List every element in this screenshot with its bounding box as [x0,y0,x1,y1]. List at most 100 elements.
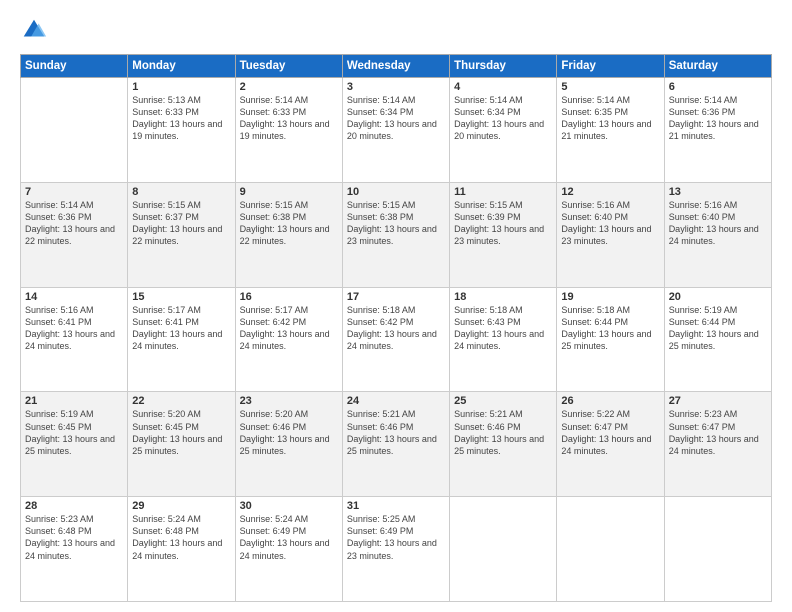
calendar-week-1: 1Sunrise: 5:13 AM Sunset: 6:33 PM Daylig… [21,78,772,183]
day-number: 15 [132,291,230,303]
day-info: Sunrise: 5:14 AM Sunset: 6:33 PM Dayligh… [240,94,338,143]
calendar-cell: 19Sunrise: 5:18 AM Sunset: 6:44 PM Dayli… [557,287,664,392]
day-info: Sunrise: 5:15 AM Sunset: 6:39 PM Dayligh… [454,199,552,248]
day-number: 9 [240,186,338,198]
calendar-cell: 17Sunrise: 5:18 AM Sunset: 6:42 PM Dayli… [342,287,449,392]
header [20,16,772,44]
day-info: Sunrise: 5:23 AM Sunset: 6:47 PM Dayligh… [669,408,767,457]
day-number: 25 [454,395,552,407]
calendar-cell: 10Sunrise: 5:15 AM Sunset: 6:38 PM Dayli… [342,182,449,287]
calendar-week-3: 14Sunrise: 5:16 AM Sunset: 6:41 PM Dayli… [21,287,772,392]
day-info: Sunrise: 5:24 AM Sunset: 6:49 PM Dayligh… [240,513,338,562]
calendar-cell [557,497,664,602]
calendar-header-wednesday: Wednesday [342,55,449,78]
calendar-header-sunday: Sunday [21,55,128,78]
day-info: Sunrise: 5:19 AM Sunset: 6:45 PM Dayligh… [25,408,123,457]
calendar-cell [21,78,128,183]
calendar-cell: 4Sunrise: 5:14 AM Sunset: 6:34 PM Daylig… [450,78,557,183]
day-number: 5 [561,81,659,93]
day-info: Sunrise: 5:22 AM Sunset: 6:47 PM Dayligh… [561,408,659,457]
calendar-cell [450,497,557,602]
day-number: 11 [454,186,552,198]
calendar-cell: 5Sunrise: 5:14 AM Sunset: 6:35 PM Daylig… [557,78,664,183]
day-number: 20 [669,291,767,303]
day-info: Sunrise: 5:14 AM Sunset: 6:34 PM Dayligh… [347,94,445,143]
day-info: Sunrise: 5:15 AM Sunset: 6:38 PM Dayligh… [347,199,445,248]
day-info: Sunrise: 5:16 AM Sunset: 6:41 PM Dayligh… [25,304,123,353]
calendar-cell: 7Sunrise: 5:14 AM Sunset: 6:36 PM Daylig… [21,182,128,287]
day-number: 18 [454,291,552,303]
calendar-cell: 30Sunrise: 5:24 AM Sunset: 6:49 PM Dayli… [235,497,342,602]
calendar-cell: 2Sunrise: 5:14 AM Sunset: 6:33 PM Daylig… [235,78,342,183]
day-info: Sunrise: 5:23 AM Sunset: 6:48 PM Dayligh… [25,513,123,562]
calendar-week-2: 7Sunrise: 5:14 AM Sunset: 6:36 PM Daylig… [21,182,772,287]
day-number: 2 [240,81,338,93]
day-info: Sunrise: 5:19 AM Sunset: 6:44 PM Dayligh… [669,304,767,353]
day-info: Sunrise: 5:14 AM Sunset: 6:36 PM Dayligh… [669,94,767,143]
day-info: Sunrise: 5:17 AM Sunset: 6:42 PM Dayligh… [240,304,338,353]
day-info: Sunrise: 5:24 AM Sunset: 6:48 PM Dayligh… [132,513,230,562]
day-number: 31 [347,500,445,512]
calendar-cell: 11Sunrise: 5:15 AM Sunset: 6:39 PM Dayli… [450,182,557,287]
day-number: 14 [25,291,123,303]
page: SundayMondayTuesdayWednesdayThursdayFrid… [0,0,792,612]
day-info: Sunrise: 5:21 AM Sunset: 6:46 PM Dayligh… [454,408,552,457]
calendar-cell: 15Sunrise: 5:17 AM Sunset: 6:41 PM Dayli… [128,287,235,392]
calendar-week-5: 28Sunrise: 5:23 AM Sunset: 6:48 PM Dayli… [21,497,772,602]
day-info: Sunrise: 5:18 AM Sunset: 6:44 PM Dayligh… [561,304,659,353]
calendar-header-thursday: Thursday [450,55,557,78]
day-number: 29 [132,500,230,512]
calendar-cell: 13Sunrise: 5:16 AM Sunset: 6:40 PM Dayli… [664,182,771,287]
calendar-cell: 9Sunrise: 5:15 AM Sunset: 6:38 PM Daylig… [235,182,342,287]
day-info: Sunrise: 5:15 AM Sunset: 6:38 PM Dayligh… [240,199,338,248]
day-info: Sunrise: 5:18 AM Sunset: 6:42 PM Dayligh… [347,304,445,353]
day-number: 17 [347,291,445,303]
day-number: 26 [561,395,659,407]
calendar-cell: 25Sunrise: 5:21 AM Sunset: 6:46 PM Dayli… [450,392,557,497]
day-info: Sunrise: 5:25 AM Sunset: 6:49 PM Dayligh… [347,513,445,562]
day-number: 12 [561,186,659,198]
day-number: 30 [240,500,338,512]
day-info: Sunrise: 5:16 AM Sunset: 6:40 PM Dayligh… [561,199,659,248]
calendar-cell: 1Sunrise: 5:13 AM Sunset: 6:33 PM Daylig… [128,78,235,183]
day-number: 28 [25,500,123,512]
calendar-cell: 27Sunrise: 5:23 AM Sunset: 6:47 PM Dayli… [664,392,771,497]
calendar-cell: 3Sunrise: 5:14 AM Sunset: 6:34 PM Daylig… [342,78,449,183]
day-info: Sunrise: 5:15 AM Sunset: 6:37 PM Dayligh… [132,199,230,248]
calendar-cell: 6Sunrise: 5:14 AM Sunset: 6:36 PM Daylig… [664,78,771,183]
calendar-cell: 14Sunrise: 5:16 AM Sunset: 6:41 PM Dayli… [21,287,128,392]
day-number: 10 [347,186,445,198]
day-number: 16 [240,291,338,303]
calendar: SundayMondayTuesdayWednesdayThursdayFrid… [20,54,772,602]
day-info: Sunrise: 5:21 AM Sunset: 6:46 PM Dayligh… [347,408,445,457]
logo [20,16,52,44]
day-number: 13 [669,186,767,198]
calendar-cell: 22Sunrise: 5:20 AM Sunset: 6:45 PM Dayli… [128,392,235,497]
day-number: 7 [25,186,123,198]
calendar-week-4: 21Sunrise: 5:19 AM Sunset: 6:45 PM Dayli… [21,392,772,497]
calendar-header-saturday: Saturday [664,55,771,78]
day-info: Sunrise: 5:13 AM Sunset: 6:33 PM Dayligh… [132,94,230,143]
calendar-cell: 26Sunrise: 5:22 AM Sunset: 6:47 PM Dayli… [557,392,664,497]
day-number: 24 [347,395,445,407]
day-info: Sunrise: 5:14 AM Sunset: 6:35 PM Dayligh… [561,94,659,143]
day-number: 21 [25,395,123,407]
day-number: 22 [132,395,230,407]
day-number: 6 [669,81,767,93]
calendar-cell: 21Sunrise: 5:19 AM Sunset: 6:45 PM Dayli… [21,392,128,497]
calendar-header-monday: Monday [128,55,235,78]
calendar-cell: 31Sunrise: 5:25 AM Sunset: 6:49 PM Dayli… [342,497,449,602]
day-number: 4 [454,81,552,93]
day-info: Sunrise: 5:14 AM Sunset: 6:36 PM Dayligh… [25,199,123,248]
day-number: 3 [347,81,445,93]
day-info: Sunrise: 5:20 AM Sunset: 6:45 PM Dayligh… [132,408,230,457]
day-number: 1 [132,81,230,93]
calendar-cell: 23Sunrise: 5:20 AM Sunset: 6:46 PM Dayli… [235,392,342,497]
day-number: 8 [132,186,230,198]
calendar-cell: 28Sunrise: 5:23 AM Sunset: 6:48 PM Dayli… [21,497,128,602]
calendar-cell [664,497,771,602]
logo-icon [20,16,48,44]
calendar-cell: 8Sunrise: 5:15 AM Sunset: 6:37 PM Daylig… [128,182,235,287]
calendar-header-row: SundayMondayTuesdayWednesdayThursdayFrid… [21,55,772,78]
calendar-cell: 12Sunrise: 5:16 AM Sunset: 6:40 PM Dayli… [557,182,664,287]
